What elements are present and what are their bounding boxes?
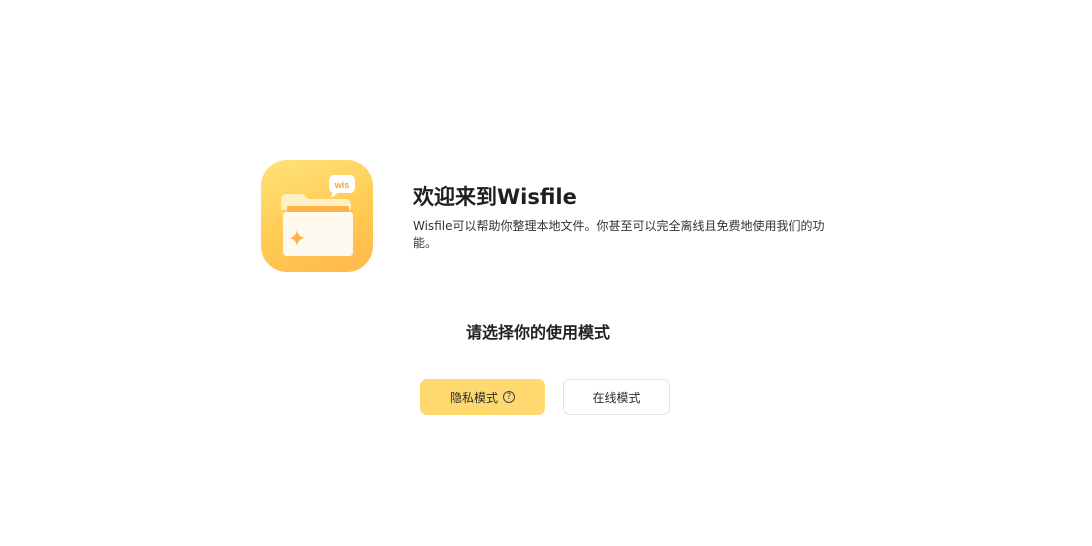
welcome-title: 欢迎来到Wisfile (413, 185, 577, 209)
online-mode-button[interactable]: 在线模式 (563, 379, 670, 415)
wis-badge-text: wis (334, 180, 350, 190)
private-mode-button[interactable]: 隐私模式 ? (420, 379, 545, 415)
question-circle-icon[interactable]: ? (503, 391, 515, 403)
wisfile-app-icon: wis (261, 160, 373, 272)
folder-icon: wis (281, 175, 355, 256)
private-mode-label: 隐私模式 (449, 390, 498, 405)
welcome-description: Wisfile可以帮助你整理本地文件。你甚至可以完全离线且免费地使用我们的功能。 (413, 219, 825, 250)
welcome-page: wis 欢迎来到Wisfile Wisfile可以帮助你整理本地文件。你甚至可以… (0, 0, 1092, 546)
mode-selection-prompt: 请选择你的使用模式 (466, 323, 611, 342)
online-mode-label: 在线模式 (592, 390, 641, 405)
